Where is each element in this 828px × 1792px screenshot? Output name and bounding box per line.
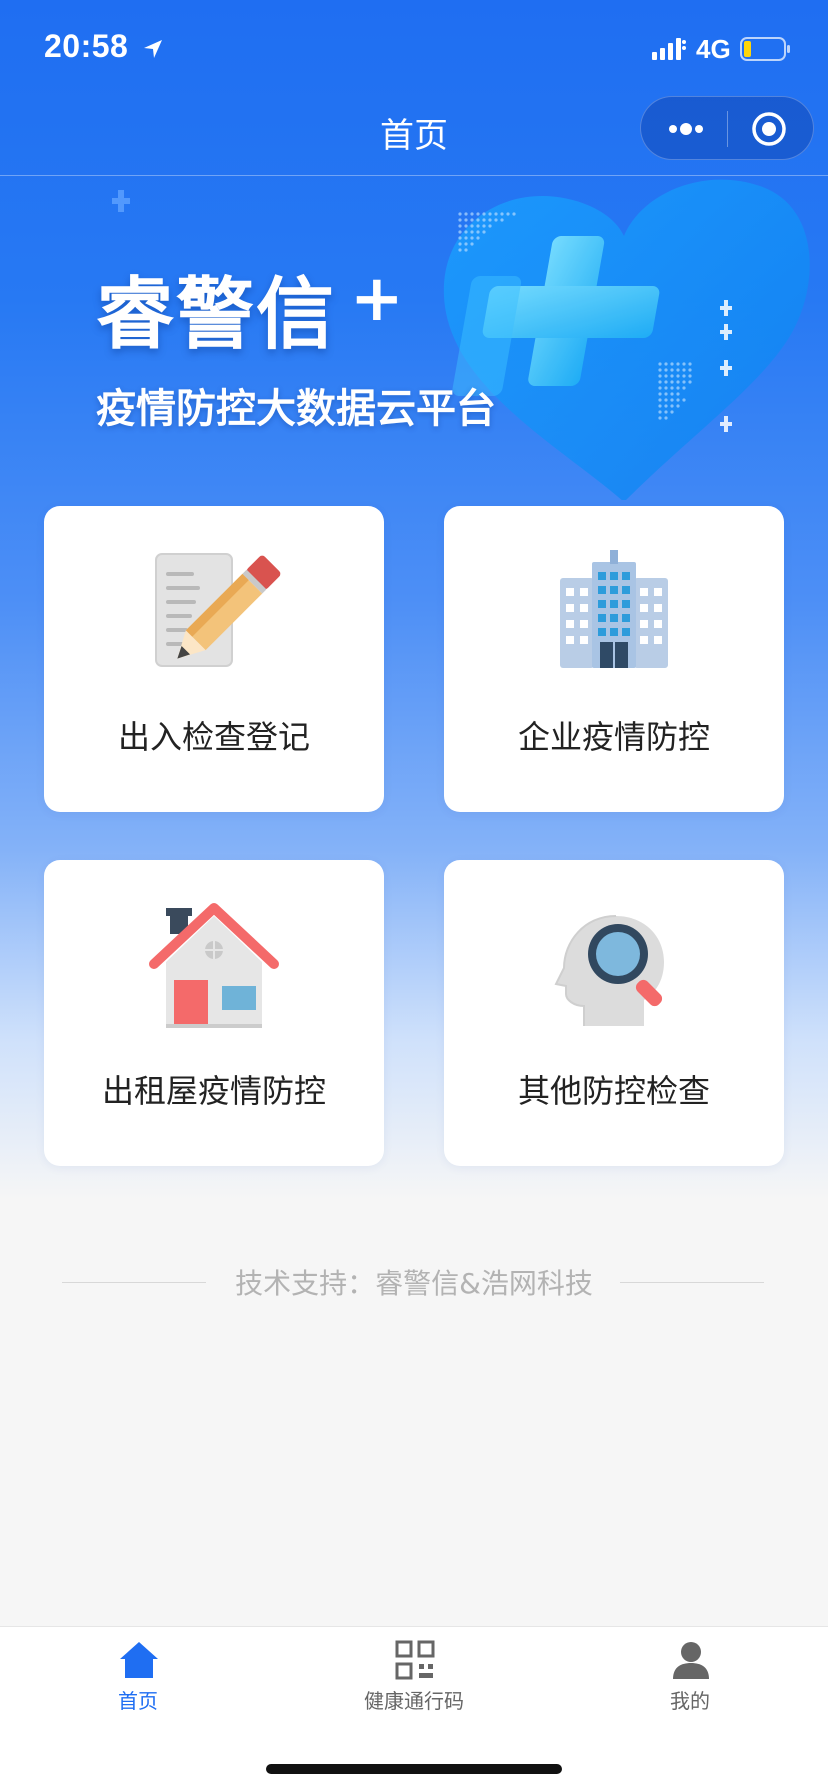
home-icon bbox=[120, 1642, 158, 1678]
pencil-document-icon bbox=[155, 553, 281, 667]
tab-label: 健康通行码 bbox=[364, 1689, 464, 1713]
card-label: 出租屋疫情防控 bbox=[101, 1072, 326, 1110]
tab-home[interactable]: 首页 bbox=[0, 1627, 276, 1727]
status-bar: 20:58 4G bbox=[0, 0, 828, 96]
battery-icon bbox=[740, 37, 790, 61]
more-icon[interactable] bbox=[665, 115, 707, 143]
tab-mine[interactable]: 我的 bbox=[552, 1627, 828, 1727]
card-enterprise-epidemic-control[interactable]: 企业疫情防控 bbox=[444, 506, 784, 812]
house-icon bbox=[149, 903, 279, 1028]
location-arrow-icon bbox=[144, 40, 162, 58]
card-label: 出入检查登记 bbox=[117, 718, 310, 756]
tab-label: 首页 bbox=[118, 1689, 158, 1713]
qr-code-icon bbox=[395, 1640, 435, 1680]
card-other-prevention-inspection[interactable]: 其他防控检查 bbox=[444, 860, 784, 1166]
mini-program-capsule bbox=[640, 96, 814, 160]
head-magnifier-icon bbox=[554, 915, 664, 1026]
network-type: 4G bbox=[696, 34, 731, 64]
tab-label: 我的 bbox=[670, 1689, 710, 1713]
status-time: 20:58 bbox=[44, 28, 129, 64]
home-indicator bbox=[266, 1764, 562, 1774]
tech-support-footer: 技术支持：睿警信&浩网科技 bbox=[0, 1262, 828, 1302]
card-entry-exit-registration[interactable]: 出入检查登记 bbox=[44, 506, 384, 812]
user-icon bbox=[673, 1642, 709, 1679]
navigation-bar: 首页 bbox=[0, 96, 828, 176]
tab-health-code[interactable]: 健康通行码 bbox=[276, 1627, 552, 1727]
banner-title: 睿警信 bbox=[96, 270, 337, 360]
banner-plus: + bbox=[350, 262, 404, 336]
divider-right bbox=[620, 1282, 764, 1283]
capsule-divider bbox=[727, 111, 728, 147]
banner: 睿警信 + 疫情防控大数据云平台 bbox=[0, 176, 828, 500]
signal-icon bbox=[652, 38, 686, 60]
card-label: 企业疫情防控 bbox=[517, 718, 710, 756]
card-label: 其他防控检查 bbox=[517, 1072, 710, 1110]
card-rental-house-epidemic-control[interactable]: 出租屋疫情防控 bbox=[44, 860, 384, 1166]
close-mini-program-icon[interactable] bbox=[751, 111, 787, 147]
banner-subtitle: 疫情防控大数据云平台 bbox=[96, 386, 496, 432]
office-building-icon bbox=[560, 550, 668, 668]
